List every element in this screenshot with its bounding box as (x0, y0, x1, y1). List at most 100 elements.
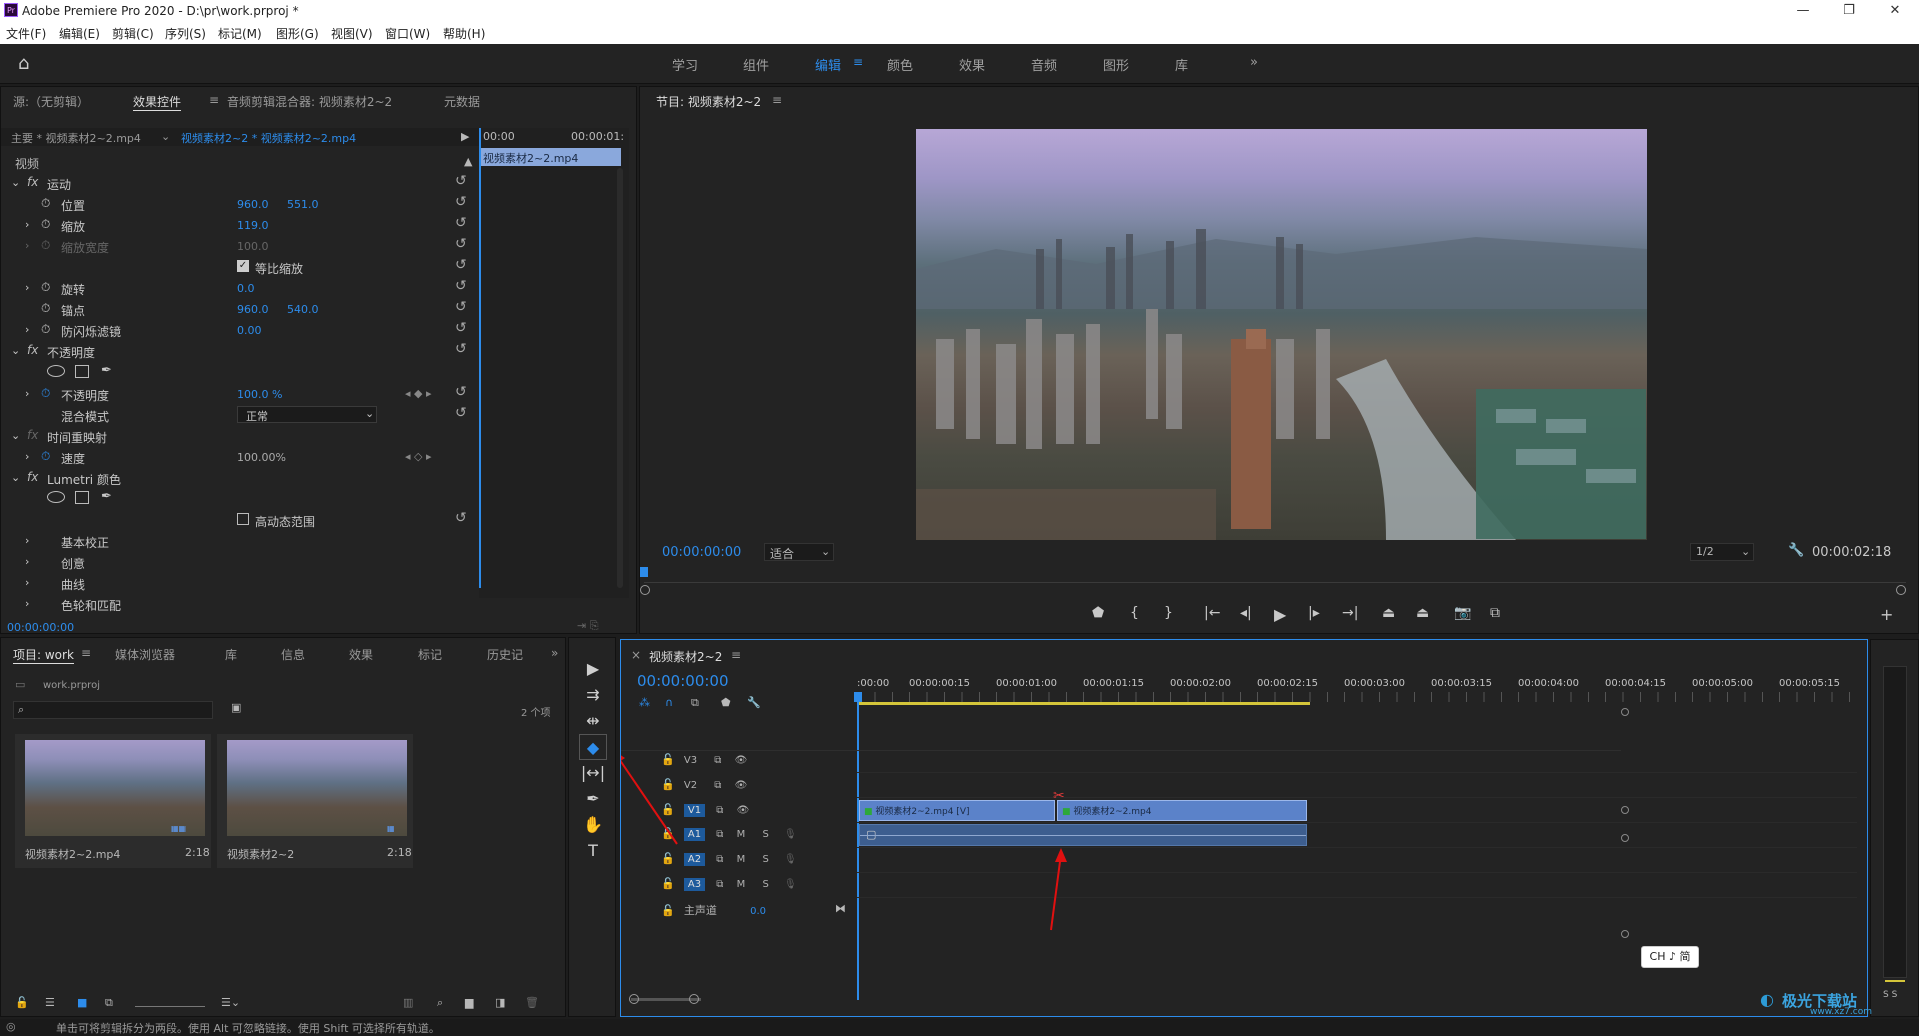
workspace-effects[interactable]: 效果 (959, 55, 985, 74)
quality-dropdown[interactable]: 1/2 ⌄ (1690, 543, 1754, 561)
program-timecode[interactable]: 00:00:00:00 (662, 545, 741, 560)
pen-mask-icon[interactable]: ✒ (101, 363, 112, 378)
effect-lumetri[interactable]: ⌄ fx Lumetri 颜色 (9, 468, 471, 489)
maximize-button[interactable]: ❐ (1826, 0, 1872, 22)
hand-tool-icon[interactable]: ✋ (579, 812, 607, 838)
lumetri-curves[interactable]: › 曲线 (9, 573, 471, 594)
step-back-icon[interactable]: ◂| (1240, 605, 1252, 621)
rotation-value[interactable]: 0.0 (237, 282, 255, 295)
reset-icon[interactable]: ↺ (455, 320, 467, 336)
mini-playhead[interactable] (479, 128, 481, 588)
tab-markers[interactable]: 标记 (418, 646, 442, 663)
keyframe-nav-icon[interactable]: ◂ ◇ ▸ (405, 450, 432, 463)
fx-icon[interactable]: fx (27, 428, 38, 442)
new-bin-icon[interactable]: ▣ (231, 701, 241, 714)
hdr-checkbox[interactable] (237, 513, 249, 525)
program-ruler[interactable] (644, 571, 1906, 583)
tab-audio-mixer[interactable]: 音频剪辑混合器: 视频素材2~2 (227, 93, 392, 110)
mark-in-icon[interactable]: { (1130, 605, 1139, 621)
anchor-x[interactable]: 960.0 (237, 303, 269, 316)
workspace-libraries[interactable]: 库 (1175, 55, 1188, 74)
program-menu-icon[interactable]: ≡ (772, 93, 782, 107)
project-search-input[interactable]: ⌕ (13, 701, 213, 719)
type-tool-icon[interactable]: T (579, 838, 607, 864)
razor-tool-icon[interactable]: ◆ (579, 734, 607, 760)
tab-source[interactable]: 源:（无剪辑） (13, 93, 89, 110)
pen-tool-icon[interactable]: ✒ (579, 786, 607, 812)
prev-keyframe-icon[interactable]: ◂ ◆ ▸ (405, 387, 432, 400)
ellipse-mask-icon[interactable] (47, 491, 65, 503)
workspace-graphics[interactable]: 图形 (1103, 55, 1129, 74)
zoom-handle-right[interactable] (689, 994, 699, 1004)
menu-sequence[interactable]: 序列(S) (165, 25, 206, 42)
workspace-menu-icon[interactable]: ≡ (853, 55, 863, 69)
freeform-view-icon[interactable]: ⧉ (105, 996, 113, 1010)
reset-icon[interactable]: ↺ (455, 405, 467, 421)
compare-view-icon[interactable]: ⧉ (1490, 605, 1500, 621)
expand-icon[interactable]: ⌄ (11, 344, 20, 357)
effect-menu-icon[interactable]: ≡ (209, 93, 219, 107)
stopwatch-icon[interactable]: ⏱ (41, 196, 50, 211)
go-to-in-icon[interactable]: |← (1204, 605, 1220, 621)
reset-icon[interactable]: ↺ (455, 299, 467, 315)
home-icon[interactable]: ⌂ (18, 53, 29, 74)
antiflicker-value[interactable]: 0.00 (237, 324, 262, 337)
expand-icon[interactable]: › (25, 387, 29, 400)
sequence-clip-label[interactable]: 视频素材2~2 * 视频素材2~2.mp4 (181, 130, 356, 146)
pen-mask-icon[interactable]: ✒ (101, 489, 112, 504)
workspace-color[interactable]: 颜色 (887, 55, 913, 74)
reset-icon[interactable]: ↺ (455, 257, 467, 273)
menu-marker[interactable]: 标记(M) (218, 25, 262, 42)
mini-scrollbar[interactable] (617, 168, 623, 588)
workspace-audio[interactable]: 音频 (1031, 55, 1057, 74)
zoom-handle-left[interactable] (629, 994, 639, 1004)
lock-icon[interactable]: 🔓 (15, 996, 29, 1009)
project-menu-icon[interactable]: ≡ (81, 646, 91, 660)
expand-icon[interactable]: › (25, 555, 29, 568)
fit-dropdown[interactable]: 适合 ⌄ (764, 543, 834, 561)
play-icon[interactable]: ▶ (1274, 605, 1286, 624)
v-scroll-handle[interactable] (1621, 708, 1629, 716)
tab-media-browser[interactable]: 媒体浏览器 (115, 646, 175, 663)
reset-icon[interactable]: ↺ (455, 215, 467, 231)
expand-icon[interactable]: › (25, 534, 29, 547)
position-x[interactable]: 960.0 (237, 198, 269, 211)
track-select-tool-icon[interactable]: ⇉ (579, 682, 607, 708)
fx-icon[interactable]: fx (27, 175, 38, 189)
effect-motion[interactable]: ⌄ fx 运动 ↺ (9, 173, 471, 194)
reset-icon[interactable]: ↺ (455, 510, 467, 526)
chevron-down-icon[interactable]: ⌄ (161, 130, 170, 143)
blend-mode-dropdown[interactable]: 正常 (237, 406, 377, 423)
tab-effects[interactable]: 效果 (349, 646, 373, 663)
v-scroll-handle[interactable] (1621, 806, 1629, 814)
icon-view-icon[interactable]: ■ (77, 996, 87, 1009)
menu-graphics[interactable]: 图形(G) (276, 25, 319, 42)
export-frame-icon[interactable]: ⇥ ⎘ (577, 619, 599, 633)
tab-metadata[interactable]: 元数据 (444, 93, 480, 110)
menu-edit[interactable]: 编辑(E) (59, 25, 100, 42)
expand-icon[interactable]: › (25, 450, 29, 463)
mark-out-icon[interactable]: } (1164, 605, 1173, 621)
lumetri-basic[interactable]: › 基本校正 (9, 531, 471, 552)
marker-icon[interactable]: ⬟ (1092, 605, 1104, 621)
workspace-more-icon[interactable]: » (1250, 55, 1258, 70)
list-view-icon[interactable]: ☰ (45, 996, 55, 1009)
close-button[interactable]: ✕ (1872, 0, 1918, 22)
effect-time-remap[interactable]: ⌄ fx 时间重映射 (9, 426, 471, 447)
position-y[interactable]: 551.0 (287, 198, 319, 211)
menu-clip[interactable]: 剪辑(C) (112, 25, 154, 42)
stopwatch-icon[interactable]: ⏱ (41, 301, 50, 316)
ellipse-mask-icon[interactable] (47, 365, 65, 377)
effect-timecode[interactable]: 00:00:00:00 (7, 621, 74, 634)
step-forward-icon[interactable]: |▸ (1308, 605, 1320, 621)
extract-icon[interactable]: ⏏ (1416, 605, 1429, 621)
ime-indicator[interactable]: CH ♪ 简 (1641, 946, 1699, 968)
reset-icon[interactable]: ↺ (455, 384, 467, 400)
workspace-assembly[interactable]: 组件 (743, 55, 769, 74)
mini-clip-bar[interactable]: 视频素材2~2.mp4 (479, 148, 621, 166)
expand-icon[interactable]: › (25, 576, 29, 589)
zoom-handle-right[interactable] (1896, 585, 1906, 595)
lumetri-creative[interactable]: › 创意 (9, 552, 471, 573)
expand-icon[interactable]: › (25, 597, 29, 610)
expand-icon[interactable]: ⌄ (11, 429, 20, 442)
